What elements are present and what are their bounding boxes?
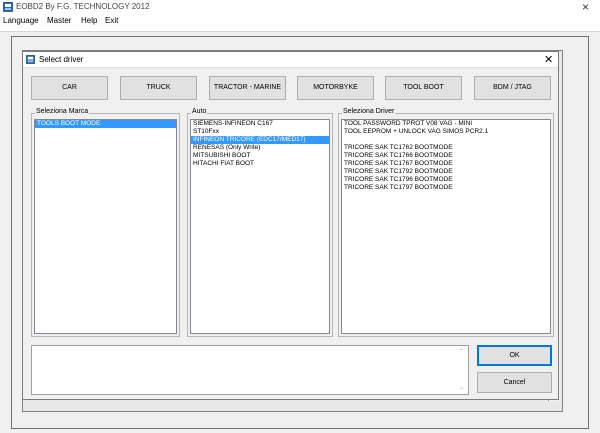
auto-group-label: Auto (191, 108, 208, 115)
cancel-button[interactable]: Cancel (477, 372, 552, 393)
auto-list-item-selected[interactable]: INFINEON TRICORE (EDC17/MED17) (191, 136, 329, 144)
driver-group-label: Seleziona Driver (342, 108, 396, 115)
driver-list-item[interactable]: TRICORE SAK TC1766 BOOTMODE (342, 152, 550, 160)
dialog-title: Select driver (39, 55, 84, 64)
driver-list-item[interactable]: TRICORE SAK TC1767 BOOTMODE (342, 160, 550, 168)
scroll-up-icon[interactable]: ⌃ (459, 348, 464, 355)
brand-listbox[interactable]: TOOLS BOOT MODE (34, 119, 177, 334)
menu-master[interactable]: Master (47, 16, 71, 25)
ok-button[interactable]: OK (477, 345, 552, 366)
dialog-title-bar: Select driver ✕ (23, 52, 558, 68)
scroll-down-icon[interactable]: ⌄ (459, 384, 464, 391)
dialog-close-button[interactable]: ✕ (544, 53, 553, 66)
category-tool-boot-button[interactable]: TOOL BOOT (385, 76, 462, 100)
menu-bar: Language Master Help Exit (0, 15, 600, 28)
brand-group-label: Seleziona Marca (35, 108, 90, 115)
category-bdm-jtag-button[interactable]: BDM / JTAG (474, 76, 551, 100)
auto-list-item[interactable]: RENESAS (Only Write) (191, 144, 329, 152)
app-title: EOBD2 By F.G. TECHNOLOGY 2012 (16, 2, 150, 11)
menu-language[interactable]: Language (3, 16, 39, 25)
driver-list-item[interactable]: TRICORE SAK TC1796 BOOTMODE (342, 176, 550, 184)
log-textarea[interactable]: ⌃ ⌄ (31, 345, 469, 395)
app-title-bar: EOBD2 By F.G. TECHNOLOGY 2012 × (0, 0, 600, 14)
brand-list-item[interactable]: TOOLS BOOT MODE (35, 120, 176, 128)
auto-list-item[interactable]: MITSUBISHI BOOT (191, 152, 329, 160)
app-icon (3, 2, 13, 12)
auto-list-item[interactable]: SIEMENS-INFINEON C167 (191, 120, 329, 128)
driver-list-item[interactable]: TRICORE SAK TC1762 BOOTMODE (342, 144, 550, 152)
auto-list-item[interactable]: HITACHI FIAT BOOT (191, 160, 329, 168)
dialog-icon (26, 55, 35, 64)
app-close-button[interactable]: × (582, 0, 589, 14)
menu-exit[interactable]: Exit (105, 16, 118, 25)
driver-listbox[interactable]: TOOL PASSWORD TPROT V08 VAG - MINI TOOL … (341, 119, 551, 334)
log-scrollbar[interactable]: ⌃ ⌄ (458, 346, 468, 394)
driver-list-item-blank[interactable] (342, 136, 550, 144)
auto-list-item[interactable]: ST10Fxx (191, 128, 329, 136)
driver-list-item[interactable]: TOOL EEPROM + UNLOCK VAG SIMOS PCR2.1 (342, 128, 550, 136)
category-tractor-marine-button[interactable]: TRACTOR - MARINE (209, 76, 286, 100)
driver-list-item[interactable]: TRICORE SAK TC1792 BOOTMODE (342, 168, 550, 176)
auto-listbox[interactable]: SIEMENS-INFINEON C167 ST10Fxx INFINEON T… (190, 119, 330, 334)
driver-list-item[interactable]: TRICORE SAK TC1797 BOOTMODE (342, 184, 550, 192)
select-driver-dialog: Select driver ✕ CAR TRUCK TRACTOR - MARI… (22, 51, 559, 400)
category-car-button[interactable]: CAR (31, 76, 108, 100)
menu-help[interactable]: Help (81, 16, 97, 25)
driver-list-item[interactable]: TOOL PASSWORD TPROT V08 VAG - MINI (342, 120, 550, 128)
category-motorbyke-button[interactable]: MOTORBYKE (297, 76, 374, 100)
category-truck-button[interactable]: TRUCK (120, 76, 197, 100)
